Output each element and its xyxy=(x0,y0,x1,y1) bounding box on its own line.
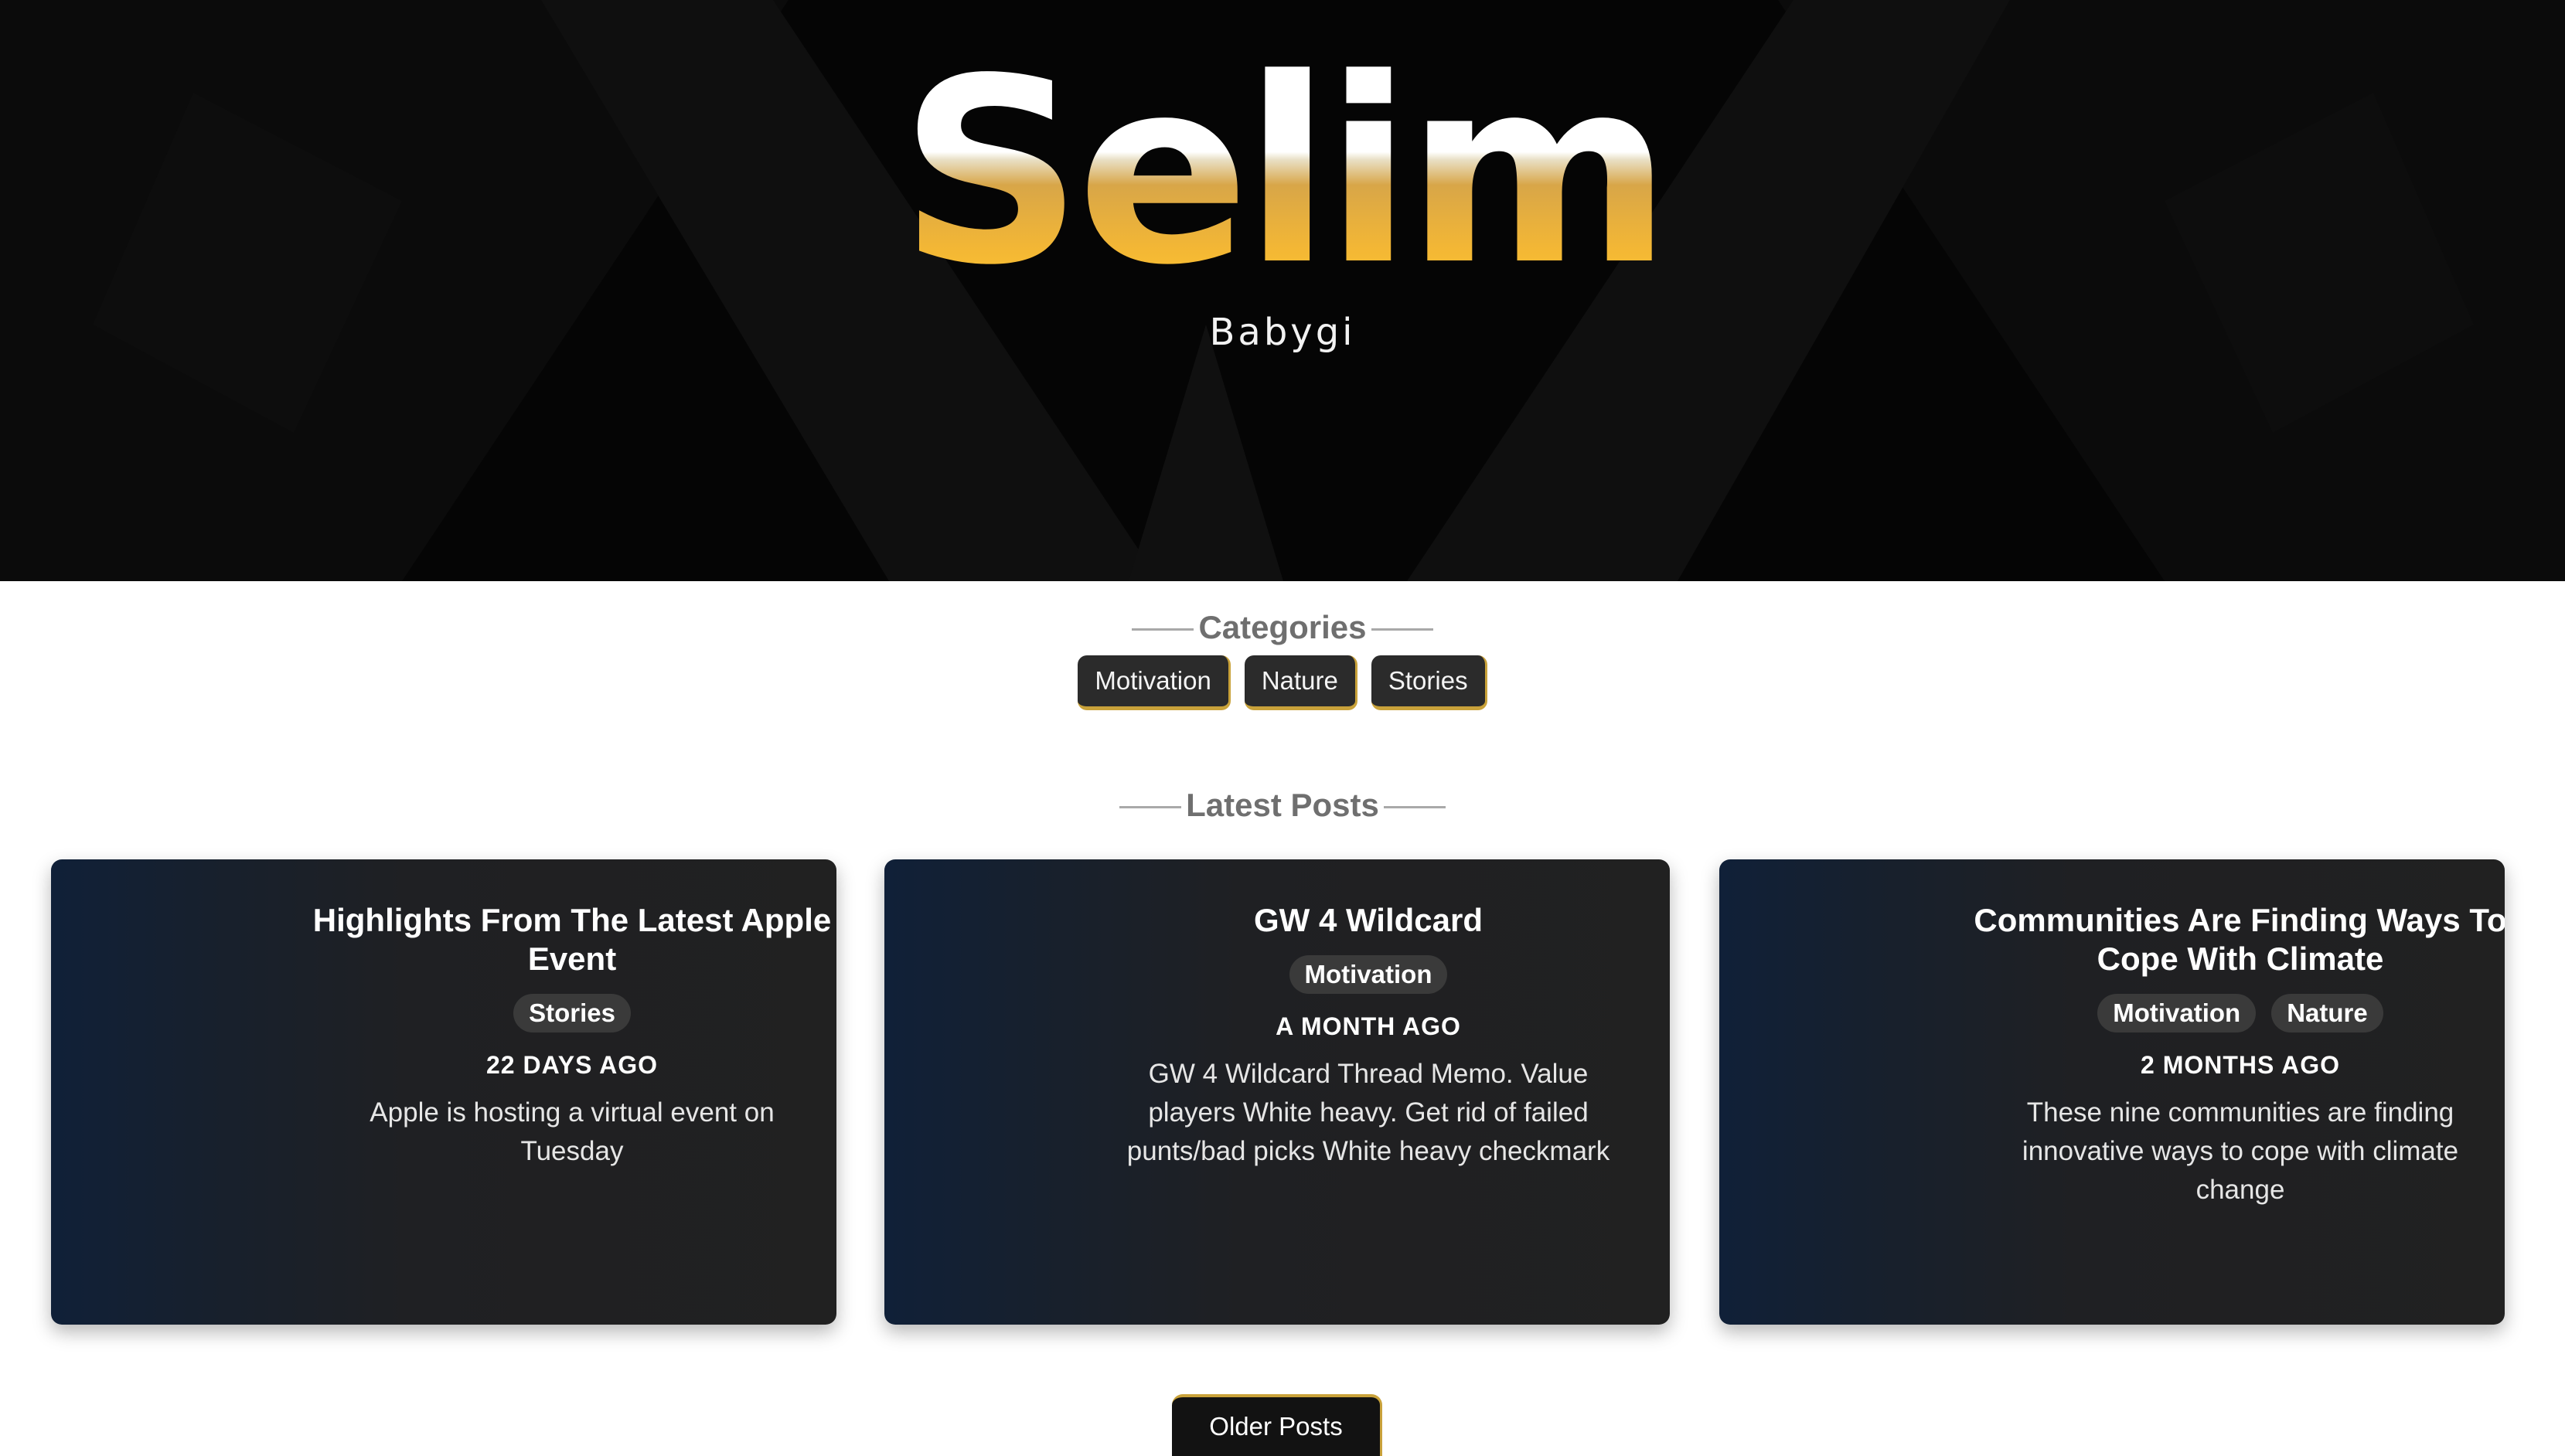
post-tags: Motivation Nature xyxy=(2097,994,2383,1032)
latest-posts-heading-text: Latest Posts xyxy=(1186,787,1379,823)
post-tags: Motivation xyxy=(1289,955,1448,994)
post-card-body: GW 4 Wildcard Motivation A MONTH AGO GW … xyxy=(1044,901,1670,1171)
post-tag[interactable]: Nature xyxy=(2271,994,2383,1032)
post-title[interactable]: Communities Are Finding Ways To Cope Wit… xyxy=(1970,901,2505,978)
heading-rule-left xyxy=(1119,806,1182,809)
post-date: A MONTH AGO xyxy=(1276,1012,1461,1040)
categories-heading-text: Categories xyxy=(1198,609,1367,645)
post-title[interactable]: Highlights From The Latest Apple Event xyxy=(301,901,836,978)
heading-rule-right xyxy=(1371,628,1433,631)
heading-rule-left xyxy=(1132,628,1194,631)
post-card-body: Highlights From The Latest Apple Event S… xyxy=(247,901,836,1171)
category-list: Motivation Nature Stories xyxy=(0,655,2565,710)
post-card[interactable]: Communities Are Finding Ways To Cope Wit… xyxy=(1719,859,2505,1325)
heading-rule-right xyxy=(1383,806,1446,809)
post-card-list: Highlights From The Latest Apple Event S… xyxy=(51,859,2505,1325)
site-subtitle: Babygi xyxy=(1209,311,1356,354)
older-posts-button[interactable]: Older Posts xyxy=(1172,1394,1382,1456)
post-date: 22 DAYS AGO xyxy=(485,1051,659,1079)
post-excerpt: GW 4 Wildcard Thread Memo. Value players… xyxy=(1126,1059,1610,1166)
hero-banner: Selim Babygi xyxy=(0,0,2565,581)
post-card[interactable]: Highlights From The Latest Apple Event S… xyxy=(51,859,836,1325)
latest-posts-heading: Latest Posts xyxy=(0,787,2565,824)
categories-heading: Categories xyxy=(0,609,2565,646)
post-excerpt: Apple is hosting a virtual event on Tues… xyxy=(370,1097,775,1166)
post-tag[interactable]: Motivation xyxy=(1289,955,1448,994)
post-tag[interactable]: Motivation xyxy=(2097,994,2257,1032)
category-chip-stories[interactable]: Stories xyxy=(1371,655,1487,710)
post-title[interactable]: GW 4 Wildcard xyxy=(1254,901,1483,940)
post-date: 2 MONTHS AGO xyxy=(2141,1051,2340,1079)
site-title: Selim xyxy=(0,45,2565,300)
post-card[interactable]: GW 4 Wildcard Motivation A MONTH AGO GW … xyxy=(884,859,1670,1325)
post-tags: Stories xyxy=(513,994,631,1032)
post-excerpt: These nine communities are finding innov… xyxy=(2022,1097,2459,1205)
category-chip-motivation[interactable]: Motivation xyxy=(1078,655,1231,710)
post-card-body: Communities Are Finding Ways To Cope Wit… xyxy=(1916,901,2505,1209)
category-chip-nature[interactable]: Nature xyxy=(1244,655,1357,710)
post-tag[interactable]: Stories xyxy=(513,994,631,1032)
